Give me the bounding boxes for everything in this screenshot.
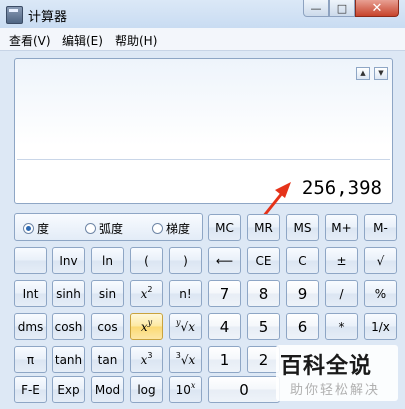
digit-5-button[interactable]: 5 [247,313,280,340]
ten-power-button[interactable]: 10 x [169,376,202,403]
digit-8-button[interactable]: 8 [247,280,280,307]
square-button[interactable]: x2 [130,280,163,307]
reciprocal-button[interactable]: 1/x [364,313,397,340]
cos-button[interactable]: cos [91,313,124,340]
pi-button[interactable]: π [14,346,47,373]
sin-button[interactable]: sin [91,280,124,307]
mc-button[interactable]: MC [208,214,241,241]
cosh-button[interactable]: cosh [52,313,85,340]
close-button[interactable]: ✕ [355,0,399,17]
tanh-button[interactable]: tanh [52,346,85,373]
factorial-button[interactable]: n! [169,280,202,307]
watermark-logo: 百科全说 助你轻松解决 [276,345,398,401]
menu-view[interactable]: 查看(V) [9,32,51,49]
ln-button[interactable]: ln [91,247,124,274]
mr-button[interactable]: MR [247,214,280,241]
watermark-subtitle: 助你轻松解决 [290,383,381,398]
digit-1-button[interactable]: 1 [208,346,241,373]
angle-mode-group: 度 弧度 梯度 [14,213,203,241]
fe-button[interactable]: F-E [14,376,47,403]
tan-button[interactable]: tan [91,346,124,373]
minimize-button[interactable]: — [303,0,329,17]
radio-label: 度 [37,222,50,236]
left-paren-button[interactable]: ( [130,247,163,274]
display-panel: ▲ ▼ 256,398 [14,58,393,204]
title-bar[interactable]: 计算器 — □ ✕ [0,0,405,29]
watermark-title: 百科全说 [280,354,373,379]
radio-radians[interactable]: 弧度 [85,220,123,237]
blank-button[interactable] [14,247,47,274]
multiply-button[interactable]: * [325,313,358,340]
menu-bar: 查看(V) 编辑(E) 帮助(H) [0,28,405,51]
ce-button[interactable]: CE [247,247,280,274]
radio-label: 弧度 [99,222,124,236]
digit-7-button[interactable]: 7 [208,280,241,307]
y-root-button[interactable]: y √ x [169,313,202,340]
digit-0-button[interactable]: 0 [208,376,280,403]
divide-button[interactable]: / [325,280,358,307]
display-divider [17,159,390,160]
radio-degrees[interactable]: 度 [23,220,49,237]
clear-button[interactable]: C [286,247,319,274]
history-up-button[interactable]: ▲ [356,67,370,80]
m-plus-button[interactable]: M+ [325,214,358,241]
radio-gradians[interactable]: 梯度 [152,220,190,237]
inv-button[interactable]: Inv [52,247,85,274]
history-down-button[interactable]: ▼ [374,67,388,80]
percent-button[interactable]: % [364,280,397,307]
sqrt-button[interactable]: √ [364,247,397,274]
dms-button[interactable]: dms [14,313,47,340]
radio-dot [23,223,34,234]
cube-button[interactable]: x3 [130,346,163,373]
right-paren-button[interactable]: ) [169,247,202,274]
negate-button[interactable]: ± [325,247,358,274]
m-minus-button[interactable]: M- [364,214,397,241]
display-value: 256,398 [301,177,382,199]
window-controls: — □ ✕ [303,0,399,18]
digit-9-button[interactable]: 9 [286,280,319,307]
radio-dot [85,223,96,234]
radio-dot [152,223,163,234]
menu-help[interactable]: 帮助(H) [115,32,157,49]
menu-edit[interactable]: 编辑(E) [62,32,103,49]
ms-button[interactable]: MS [286,214,319,241]
backspace-button[interactable]: ⟵ [208,247,241,274]
cube-root-button[interactable]: 3 √ x [169,346,202,373]
digit-4-button[interactable]: 4 [208,313,241,340]
radio-label: 梯度 [166,222,191,236]
window-title: 计算器 [28,10,68,25]
log-button[interactable]: log [130,376,163,403]
maximize-button[interactable]: □ [329,0,355,17]
power-button[interactable]: xy [130,313,163,340]
exp-button[interactable]: Exp [52,376,85,403]
calculator-icon [6,6,23,24]
sinh-button[interactable]: sinh [52,280,85,307]
mod-button[interactable]: Mod [91,376,124,403]
digit-6-button[interactable]: 6 [286,313,319,340]
int-button[interactable]: Int [14,280,47,307]
